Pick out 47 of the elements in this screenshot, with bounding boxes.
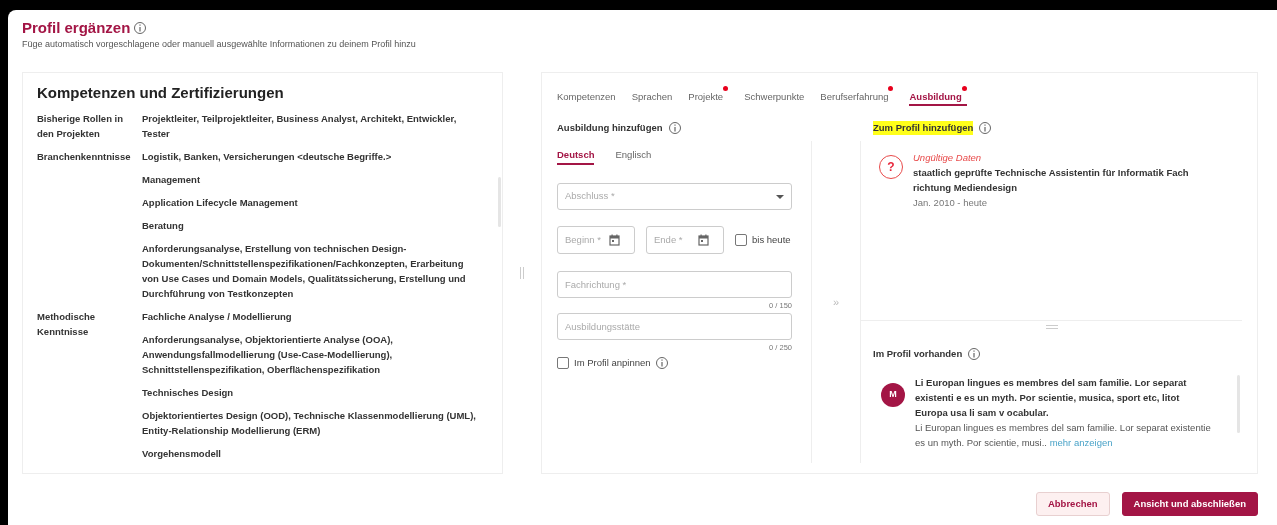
checkbox-label: bis heute [752,232,791,247]
competence-text: Projektleiter, Teilprojektleiter, Business Analyst, Architekt, Entwickler, Tester [142,112,458,141]
splitter-handle[interactable] [520,267,524,279]
checkbox-label: Im Profil anpinnen [574,356,651,370]
page-title: Profil ergänzen [22,18,131,38]
competence-text: Fachliche Analyse / Modellierung [142,310,293,324]
section-title: Kompetenzen und Zertifizierungen [37,83,285,103]
competence-text: Anforderungsanalyse, Objektorientierte Analyse (OOA), Anwendungsfallmodellierung (Use-Case-Modellierung), Schnittstellenspezifikation, Oberflächenspezifikation [142,333,394,377]
category-label: Bisherige Rollen in den Projekten [37,112,125,141]
caret-icon [776,194,784,199]
resize-handle[interactable] [1045,325,1058,329]
finish-button[interactable]: Ansicht und abschließen [1121,492,1258,516]
competence-text: Management [142,173,202,187]
competence-text: Anforderungsanalyse, Erstellung von technischen Design-Dokumenten/Schnittstellenspezifikationen/Fachkonzepten, Erarbeitung von Use Cases und Domain Models, Qualitätssicherung, Erstellung und Durchführung von Testkonzepten [142,242,467,301]
entry-title: Li Europan lingues es membres del sam familie. Lor separat existenti e es un myth. Por scientie, musica, sport etc, litot Europa usa li sam v ocabular. [915,376,1188,420]
checkbox[interactable] [735,234,747,246]
competence-text: Technisches Design [142,386,235,400]
page-subtitle: Füge automatisch vorgeschlagene oder manuell ausgewählte Informationen zu deinem Profil hinzu [22,38,417,50]
section-title: Im Profil vorhanden [873,346,963,361]
tab[interactable]: Ausbildung [909,86,967,106]
entry-description: Li Europan lingues es membres del sam familie. Lor separat existentie es un myth. Por scientie, musi.. mehr anzeigen [915,421,1212,450]
cancel-button[interactable]: Abbrechen [1035,492,1110,516]
tab[interactable]: Kompetenzen [557,86,616,106]
input-field[interactable]: Ausbildungsstätte [557,313,792,340]
tab[interactable]: Schwerpunkte [744,86,805,106]
language-tab[interactable]: Deutsch [557,147,595,165]
competence-text: Application Lifecycle Management [142,196,299,210]
calendar-icon[interactable] [609,234,620,246]
category-label: Branchenkenntnisse [37,150,132,164]
competence-text: Beratung [142,219,185,233]
status-text: Ungültige Daten [913,151,983,165]
checkbox[interactable] [557,357,569,370]
category-label: Methodische Kenntnisse [37,310,97,339]
section-title: Ausbildung hinzufügen [557,120,663,135]
calendar-icon[interactable] [698,234,709,246]
avatar: M [881,383,905,407]
language-tab[interactable]: Englisch [615,147,652,165]
competence-text: Vorgehensmodell [142,447,222,461]
tab[interactable]: Projekte [688,86,729,106]
section-title: Zum Profil hinzufügen [873,120,974,136]
competence-text: Logistik, Banken, Versicherungen <deutsche Begriffe.> [142,150,393,164]
input-field[interactable]: Fachrichtung * [557,271,792,298]
entry-title: staatlich geprüfte Technische Assistentin für Informatik Fach richtung Mediendesign [913,166,1190,195]
competence-text: Objektorientiertes Design (OOD), Technische Klassenmodellierung (UML), Entity-Relationship Modellierung (ERM) [142,409,477,438]
tab[interactable]: Sprachen [631,86,673,106]
tab[interactable]: Berufserfahrung [820,86,894,106]
entry-period: Jan. 2010 - heute [913,196,988,210]
